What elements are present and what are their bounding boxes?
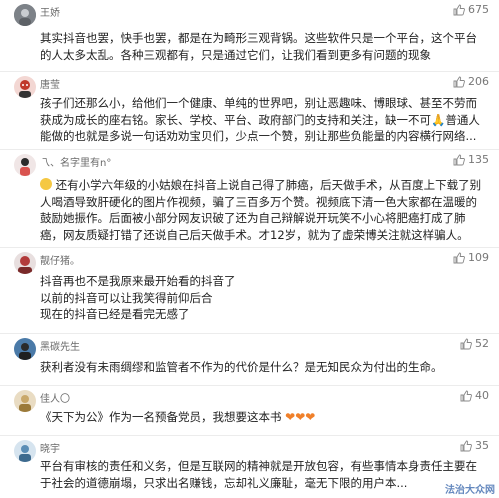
comment-line-text: 还有小学六年级的小姑娘在抖音上说自己得了肺癌，后天做手术，从百度上下载了别 [55,178,482,192]
watermark: 法治大众网 [445,485,495,496]
commenter-name[interactable]: 乁、名字里有n° [40,154,111,169]
avatar[interactable] [14,440,36,462]
comment-line: 以前的抖音可以让我笑得前仰后合 [40,290,213,305]
commenter-name[interactable]: 靓仔猪。 [40,252,80,267]
comment-line: 现在的抖音已经是看完无感了 [40,307,190,321]
comment-line: 癌，网友质疑打错了还说自己后天做手术。才12岁，就为了虚荣博关注就这样骗人。 [40,227,469,242]
comment-line-text: 《天下为公》作为一名预备党员，我想要这本书 [40,410,282,424]
comment-text: 获利者没有未雨绸缪和监管者不作为的代价是什么？是无知民众为付出的生命。 [40,359,491,376]
comment-line: 获成为成长的座右铭。家长、学校、平台、政府部门的支持和关注，缺一不可🙏普通人 [40,112,480,127]
comment-line: 的人太多太乱。各种三观都有，只是通过它们，让我们看到更多有问题的现象 [40,47,431,62]
thumbs-up-icon [453,76,465,87]
thumbs-up-icon [460,338,472,349]
like-button[interactable]: 40 [460,389,489,402]
thumbs-up-icon [453,252,465,263]
commenter-name[interactable]: 黑碳先生 [40,338,80,353]
comment-text: 抖音再也不是我原来最开始看的抖音了 以前的抖音可以让我笑得前仰后合 现在的抖音已… [40,273,491,323]
avatar[interactable] [14,4,36,26]
like-count: 35 [475,439,489,452]
comment-line: 《天下为公》作为一名预备党员，我想要这本书 ❤❤❤ [40,409,491,426]
comment-line: 抖音再也不是我原来最开始看的抖音了 [40,274,236,288]
thumbs-up-icon [460,440,472,451]
comment-line: 于社会的道德崩塌，只求出名赚钱，忘却礼义廉耻，毫无下限的用户本... [40,475,408,490]
like-count: 135 [468,153,489,166]
comment-text: 孩子们还那么小，给他们一个健康、单纯的世界吧，别让恶趣味、博眼球、甚至不劳而 获… [40,95,491,145]
like-button[interactable]: 206 [453,75,489,88]
comment-item: 乁、名字里有n° 135 还有小学六年级的小姑娘在抖音上说自己得了肺癌，后天做手… [0,150,499,248]
like-count: 109 [468,251,489,264]
comment-line: 孩子们还那么小，给他们一个健康、单纯的世界吧，别让恶趣味、博眼球、甚至不劳而 [40,96,477,110]
like-count: 675 [468,3,489,16]
like-count: 206 [468,75,489,88]
comment-line: 还有小学六年级的小姑娘在抖音上说自己得了肺癌，后天做手术，从百度上下载了别 [40,177,491,194]
comment-line: 能做的也就是多说一句话劝劝宝贝们，少点一个赞，别让那些负能量的内容横行网络... [40,129,477,143]
comment-item: 晓宇 35 平台有审核的责任和义务，但是互联网的精神就是开放包容，有些事情本身责… [0,436,499,498]
commenter-name[interactable]: 佳人〇 [40,390,70,405]
comment-text: 其实抖音也罢，快手也罢，都是在为畸形三观背锅。这些软件只是一个平台，这个平台 的… [40,30,491,63]
thumbs-up-icon [453,4,465,15]
commenter-name[interactable]: 晓宇 [40,440,60,455]
avatar[interactable] [14,154,36,176]
comment-item: 唐莹 206 孩子们还那么小，给他们一个健康、单纯的世界吧，别让恶趣味、博眼球、… [0,72,499,150]
comment-text: 还有小学六年级的小姑娘在抖音上说自己得了肺癌，后天做手术，从百度上下载了别 人喝… [40,177,491,243]
comment-item: 佳人〇 40 《天下为公》作为一名预备党员，我想要这本书 ❤❤❤ [0,386,499,436]
smile-emoji-icon [40,178,52,190]
avatar[interactable] [14,390,36,412]
like-count: 52 [475,337,489,350]
comment-item: 黑碳先生 52 获利者没有未雨绸缪和监管者不作为的代价是什么？是无知民众为付出的… [0,334,499,386]
comment-text: 平台有审核的责任和义务，但是互联网的精神就是开放包容，有些事情本身责任主要在 于… [40,458,491,491]
comment-text: 《天下为公》作为一名预备党员，我想要这本书 ❤❤❤ [40,409,491,426]
comment-item: 王娇 675 其实抖音也罢，快手也罢，都是在为畸形三观背锅。这些软件只是一个平台… [0,0,499,72]
avatar[interactable] [14,252,36,274]
like-button[interactable]: 109 [453,251,489,264]
avatar[interactable] [14,338,36,360]
comment-line: 平台有审核的责任和义务，但是互联网的精神就是开放包容，有些事情本身责任主要在 [40,459,477,473]
heart-icon: ❤❤❤ [285,410,316,424]
like-button[interactable]: 52 [460,337,489,350]
thumbs-up-icon [460,390,472,401]
like-count: 40 [475,389,489,402]
thumbs-up-icon [453,154,465,165]
comment-line: 获利者没有未雨绸缪和监管者不作为的代价是什么？是无知民众为付出的生命。 [40,360,443,374]
comment-item: 靓仔猪。 109 抖音再也不是我原来最开始看的抖音了 以前的抖音可以让我笑得前仰… [0,248,499,334]
like-button[interactable]: 675 [453,3,489,16]
commenter-name[interactable]: 王娇 [40,4,60,19]
commenter-name[interactable]: 唐莹 [40,76,60,91]
like-button[interactable]: 135 [453,153,489,166]
comment-line: 人喝酒导致肝硬化的图片作视频，骗了三百多万个赞。视频底下清一色大家都在温暖的 [40,194,477,209]
comment-line: 其实抖音也罢，快手也罢，都是在为畸形三观背锅。这些软件只是一个平台，这个平台 [40,31,477,45]
like-button[interactable]: 35 [460,439,489,452]
comment-line: 鼓励她振作。后面被小部分网友识破了还为自己辩解说开玩笑不小心将肥癌打成了肺 [40,211,466,225]
avatar[interactable] [14,76,36,98]
